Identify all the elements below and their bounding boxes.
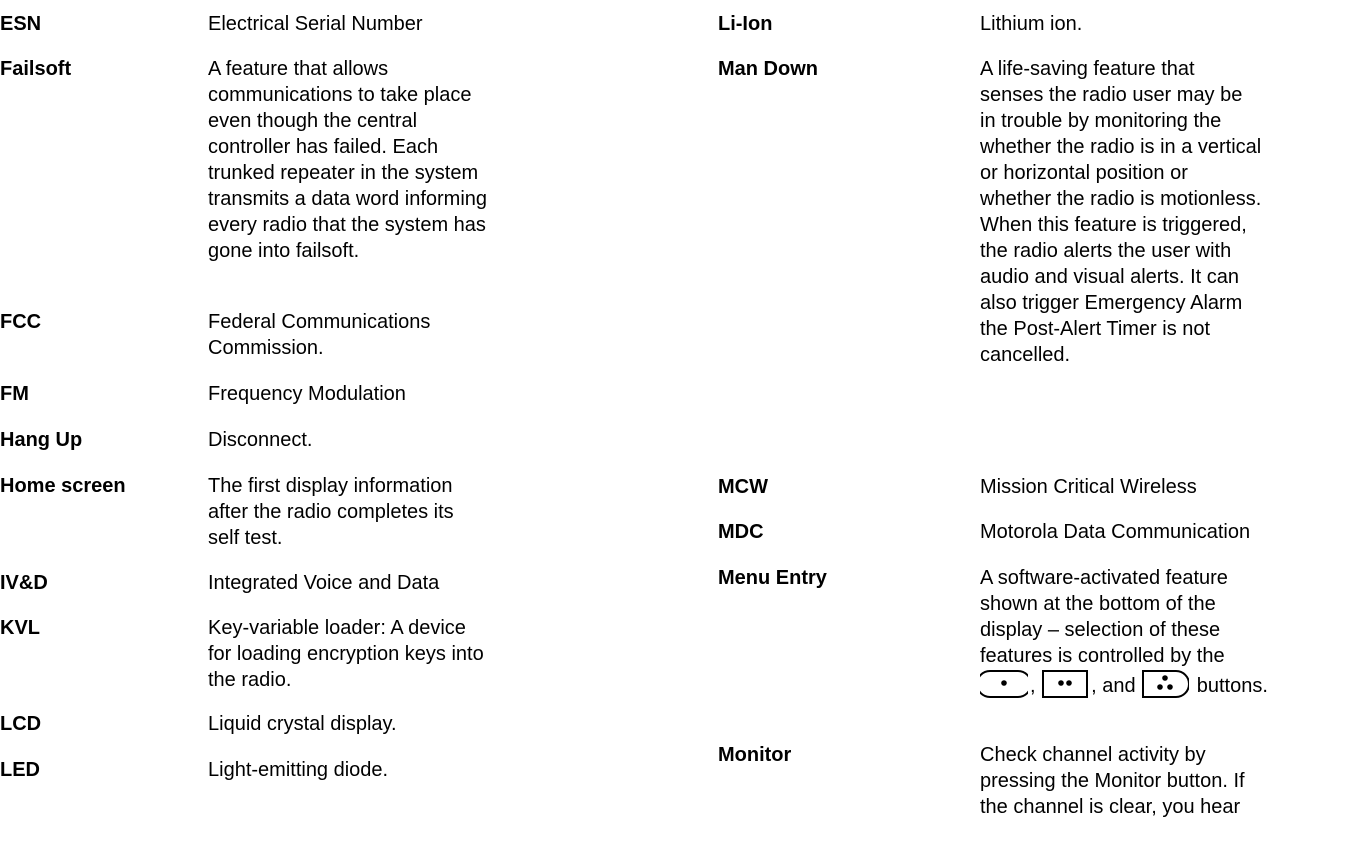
definition: Motorola Data Communication [980, 519, 1371, 545]
definition-line: or horizontal position or [980, 162, 1188, 184]
menu-select-button-2-icon [1041, 669, 1089, 699]
definition: Frequency Modulation [208, 381, 638, 407]
definition-line: Mission Critical Wireless [980, 476, 1197, 498]
definition: Lithium ion. [980, 11, 1371, 37]
definition: A software-activated feature shown at th… [980, 565, 1371, 699]
definition-line: cancelled. [980, 344, 1071, 366]
definition-line: Federal Communications [208, 311, 431, 333]
definition-line: Light-emitting diode. [208, 759, 389, 781]
definition-line: whether the radio is in a vertical [980, 136, 1262, 158]
term: IV&D [0, 572, 48, 594]
definition-line: Frequency Modulation [208, 383, 406, 405]
definition-line: Commission. [208, 337, 324, 359]
menu-select-button-1-icon [980, 669, 1028, 699]
definition-line: whether the radio is motionless. [980, 188, 1262, 210]
definition-line: the radio alerts the user with [980, 240, 1232, 262]
definition: Mission Critical Wireless [980, 474, 1371, 500]
term: Li-Ion [718, 13, 773, 35]
definition-line: for loading encryption keys into [208, 643, 484, 665]
term: Failsoft [0, 58, 72, 80]
definition-line: Motorola Data Communication [980, 521, 1251, 543]
definition: Federal Communications Commission. [208, 309, 638, 361]
definition-line: Key-variable loader: A device [208, 617, 466, 639]
definition-line: pressing the Monitor button. If [980, 770, 1245, 792]
definition-line: senses the radio user may be [980, 84, 1243, 106]
definition: Liquid crystal display. [208, 711, 638, 737]
button-tail: buttons. [1196, 675, 1268, 697]
definition-line: the Post-Alert Timer is not [980, 318, 1211, 340]
definition-line: features is controlled by the [980, 645, 1225, 667]
definition-line: communications to take place [208, 84, 472, 106]
button-separator: , [1030, 675, 1036, 697]
definition-line: A life-saving feature that [980, 58, 1195, 80]
definition: Integrated Voice and Data [208, 570, 638, 596]
definition: Key-variable loader: A device for loadin… [208, 615, 638, 693]
definition-line: in trouble by monitoring the [980, 110, 1222, 132]
definition-line: display – selection of these [980, 619, 1221, 641]
definition-line: Disconnect. [208, 429, 313, 451]
term: FM [0, 383, 29, 405]
definition: Light-emitting diode. [208, 757, 638, 783]
definition-line: self test. [208, 527, 283, 549]
term: Menu Entry [718, 567, 827, 589]
definition: Electrical Serial Number [208, 11, 638, 37]
definition-line: audio and visual alerts. It can [980, 266, 1240, 288]
definition-line: Electrical Serial Number [208, 13, 423, 35]
term: Hang Up [0, 429, 83, 451]
menu-select-button-3-icon [1141, 669, 1190, 699]
term: FCC [0, 311, 42, 333]
term: Home screen [0, 475, 126, 497]
definition-line: controller has failed. Each [208, 136, 439, 158]
menu-buttons-line: , , and buttons. [980, 669, 1371, 699]
term: LED [0, 759, 40, 781]
definition: A life-saving feature that senses the ra… [980, 56, 1371, 368]
definition-line: When this feature is triggered, [980, 214, 1247, 236]
definition-line: gone into failsoft. [208, 240, 360, 262]
definition: Disconnect. [208, 427, 638, 453]
definition-line: the radio. [208, 669, 292, 691]
definition: A feature that allows communications to … [208, 56, 638, 264]
definition-line: Liquid crystal display. [208, 713, 397, 735]
definition-line: every radio that the system has [208, 214, 486, 236]
definition-line: A software-activated feature [980, 567, 1228, 589]
definition-line: shown at the bottom of the [980, 593, 1216, 615]
definition-line: Lithium ion. [980, 13, 1083, 35]
term: KVL [0, 617, 40, 639]
term: MDC [718, 521, 764, 543]
button-separator: , and [1091, 675, 1136, 697]
definition-line: the channel is clear, you hear [980, 796, 1241, 818]
definition-line: also trigger Emergency Alarm [980, 292, 1243, 314]
definition-line: transmits a data word informing [208, 188, 488, 210]
definition-line: Check channel activity by [980, 744, 1206, 766]
definition-line: even though the central [208, 110, 418, 132]
term: ESN [0, 13, 42, 35]
term: MCW [718, 476, 768, 498]
definition-line: Integrated Voice and Data [208, 572, 440, 594]
definition-line: trunked repeater in the system [208, 162, 479, 184]
definition: Check channel activity by pressing the M… [980, 742, 1371, 820]
definition-line: The first display information [208, 475, 453, 497]
term: Man Down [718, 58, 818, 80]
definition-line: A feature that allows [208, 58, 389, 80]
definition-line: after the radio completes its [208, 501, 454, 523]
definition: The first display information after the … [208, 473, 638, 551]
term: LCD [0, 713, 42, 735]
term: Monitor [718, 744, 792, 766]
